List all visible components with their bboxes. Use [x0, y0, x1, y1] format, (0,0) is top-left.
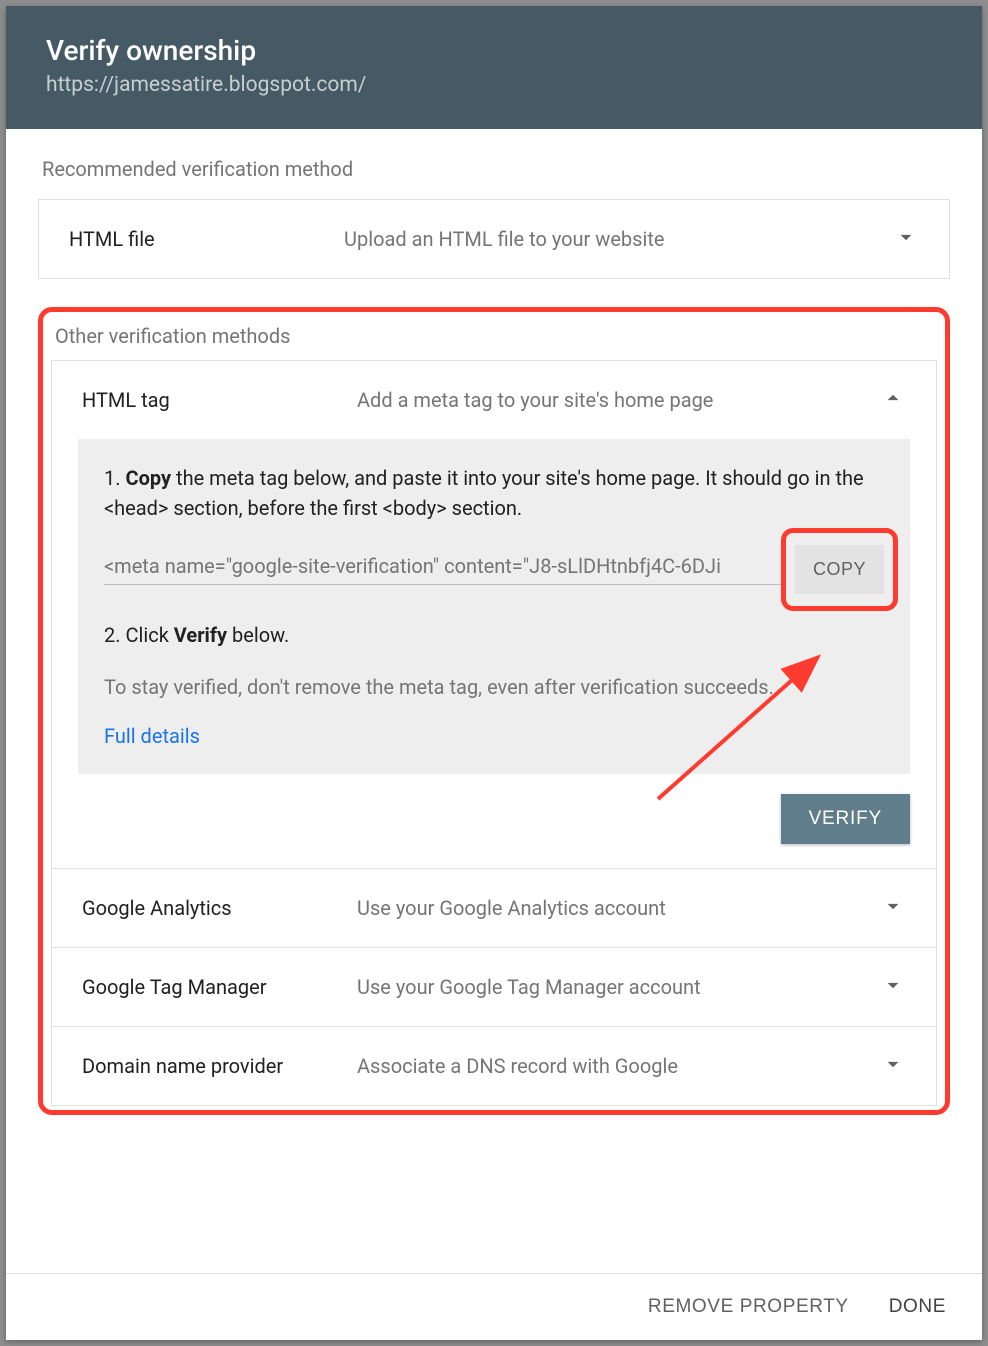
method-html-tag-block: HTML tag Add a meta tag to your site's h… [52, 361, 936, 869]
method-name: Google Analytics [82, 896, 357, 920]
step-2: 2. Click Verify below. [104, 620, 884, 650]
meta-tag-text[interactable]: <meta name="google-site-verification" co… [104, 554, 785, 585]
arrow-annotation-icon [638, 639, 848, 819]
recommended-card: HTML file Upload an HTML file to your we… [38, 199, 950, 279]
method-desc: Use your Google Tag Manager account [357, 975, 880, 999]
chevron-down-icon [880, 972, 906, 1002]
chevron-up-icon [880, 385, 906, 415]
remove-property-button[interactable]: REMOVE PROPERTY [648, 1296, 849, 1318]
method-name: HTML file [69, 227, 344, 251]
copy-button[interactable]: COPY [795, 545, 884, 594]
method-desc: Use your Google Analytics account [357, 896, 880, 920]
other-methods-card: HTML tag Add a meta tag to your site's h… [51, 360, 937, 1106]
method-desc: Upload an HTML file to your website [344, 227, 893, 251]
dialog-body: Recommended verification method HTML fil… [6, 129, 982, 1273]
chevron-down-icon [880, 893, 906, 923]
chevron-down-icon [893, 224, 919, 254]
method-google-tag-manager[interactable]: Google Tag Manager Use your Google Tag M… [52, 948, 936, 1027]
dialog-subtitle: https://jamessatire.blogspot.com/ [46, 73, 942, 97]
dialog-header: Verify ownership https://jamessatire.blo… [6, 6, 982, 129]
dialog-footer: REMOVE PROPERTY DONE [6, 1273, 982, 1340]
method-html-file[interactable]: HTML file Upload an HTML file to your we… [39, 200, 949, 278]
method-name: Domain name provider [82, 1054, 357, 1078]
method-name: HTML tag [82, 388, 357, 412]
other-heading: Other verification methods [51, 324, 937, 348]
copy-button-wrap: COPY [795, 545, 884, 594]
chevron-down-icon [880, 1051, 906, 1081]
method-desc: Add a meta tag to your site's home page [357, 388, 880, 412]
full-details-link[interactable]: Full details [104, 724, 200, 748]
other-methods-highlight: Other verification methods HTML tag Add … [38, 307, 950, 1115]
step-1: 1. Copy the meta tag below, and paste it… [104, 463, 884, 523]
meta-tag-row: <meta name="google-site-verification" co… [104, 545, 884, 594]
method-name: Google Tag Manager [82, 975, 357, 999]
dialog-title: Verify ownership [46, 34, 942, 67]
recommended-heading: Recommended verification method [38, 157, 950, 181]
method-google-analytics[interactable]: Google Analytics Use your Google Analyti… [52, 869, 936, 948]
method-html-tag[interactable]: HTML tag Add a meta tag to your site's h… [52, 361, 936, 439]
method-domain-name-provider[interactable]: Domain name provider Associate a DNS rec… [52, 1027, 936, 1105]
method-desc: Associate a DNS record with Google [357, 1054, 880, 1078]
verify-button[interactable]: VERIFY [781, 794, 910, 844]
done-button[interactable]: DONE [889, 1296, 946, 1318]
stay-verified-note: To stay verified, don't remove the meta … [104, 672, 884, 702]
verify-row: VERIFY [52, 794, 936, 868]
verify-ownership-dialog: Verify ownership https://jamessatire.blo… [6, 6, 982, 1340]
html-tag-panel: 1. Copy the meta tag below, and paste it… [78, 439, 910, 774]
